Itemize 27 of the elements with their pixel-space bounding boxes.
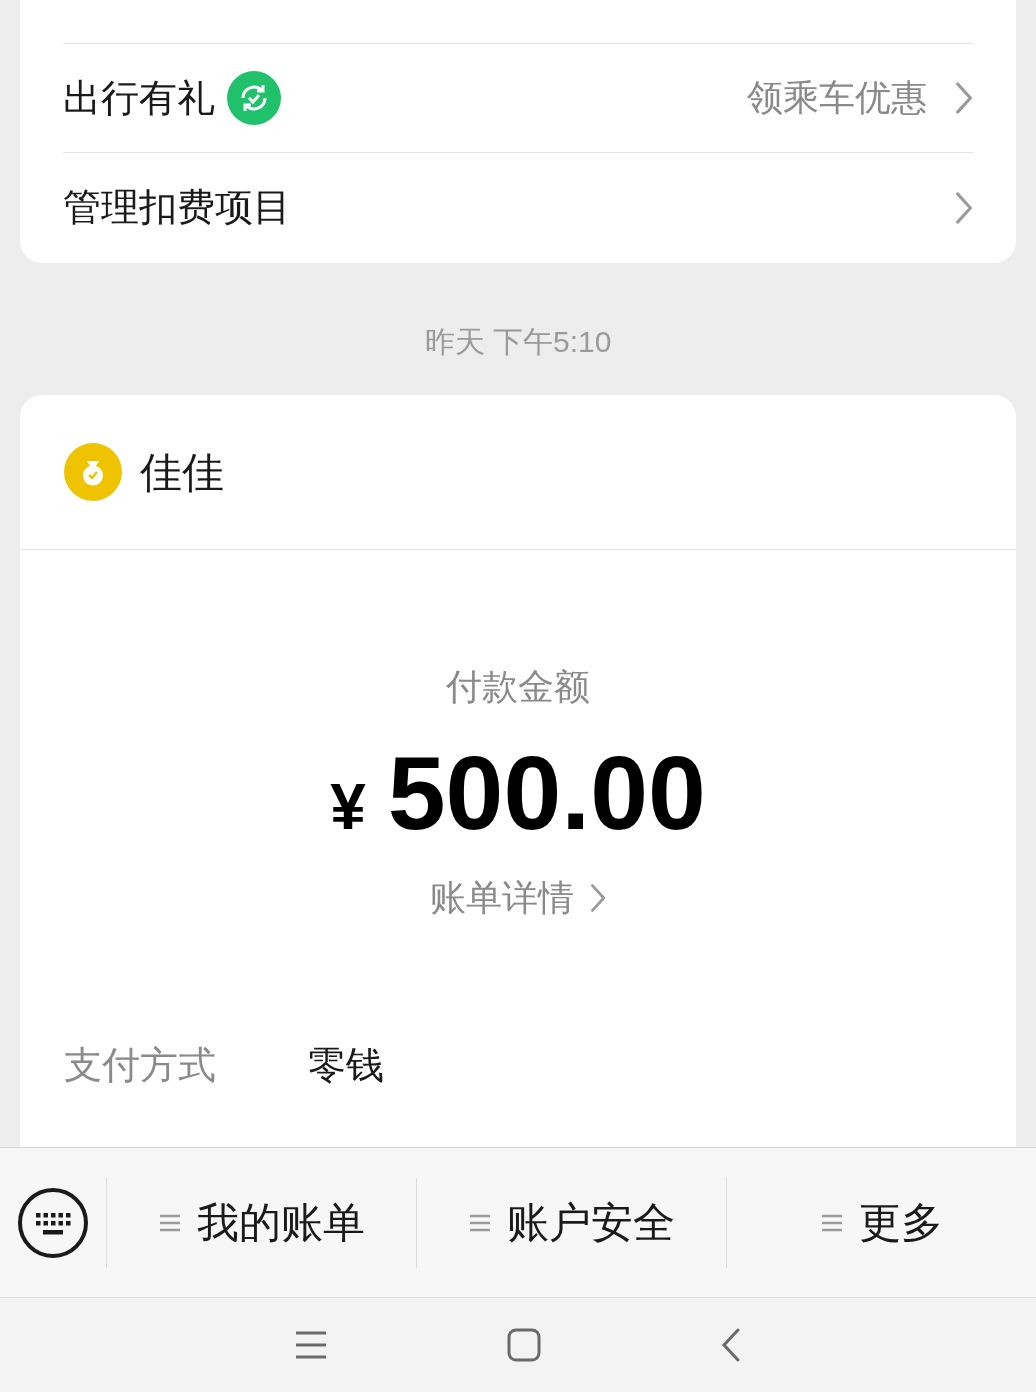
- keyboard-icon[interactable]: [17, 1186, 89, 1259]
- back-icon[interactable]: [721, 1328, 741, 1362]
- menu-icon: [820, 1212, 843, 1233]
- row-hint: 领乘车优惠: [747, 76, 927, 120]
- row-label: 管理扣费项目: [63, 185, 291, 230]
- refresh-badge-icon: [227, 71, 281, 125]
- chevron-right-icon: [955, 81, 973, 115]
- row-label: 出行有礼: [63, 75, 215, 121]
- menu-button[interactable]: 我的账单: [158, 1191, 365, 1254]
- amount-label: 付款金额: [446, 665, 590, 709]
- payment-amount: 500.00: [387, 734, 706, 853]
- menu-button[interactable]: 账户安全: [468, 1191, 675, 1254]
- menu-button[interactable]: 更多: [820, 1191, 943, 1254]
- list-row[interactable]: 管理扣费项目: [63, 153, 973, 262]
- payment-method-value: 零钱: [308, 1043, 384, 1088]
- menu-icon: [468, 1212, 491, 1233]
- currency-symbol: ¥: [330, 770, 366, 845]
- money-bag-icon: [64, 443, 122, 501]
- merchant-name: 佳佳: [140, 447, 224, 498]
- chevron-right-icon: [955, 190, 973, 225]
- timestamp: 昨天 下午5:10: [424, 323, 612, 360]
- home-icon[interactable]: [507, 1328, 541, 1362]
- menu-icon[interactable]: [295, 1330, 327, 1360]
- list-row[interactable]: 出行有礼 领乘车优惠: [63, 44, 973, 153]
- chevron-right-icon: [590, 883, 606, 913]
- menu-icon: [158, 1212, 181, 1233]
- payment-method-label: 支付方式: [64, 1043, 217, 1088]
